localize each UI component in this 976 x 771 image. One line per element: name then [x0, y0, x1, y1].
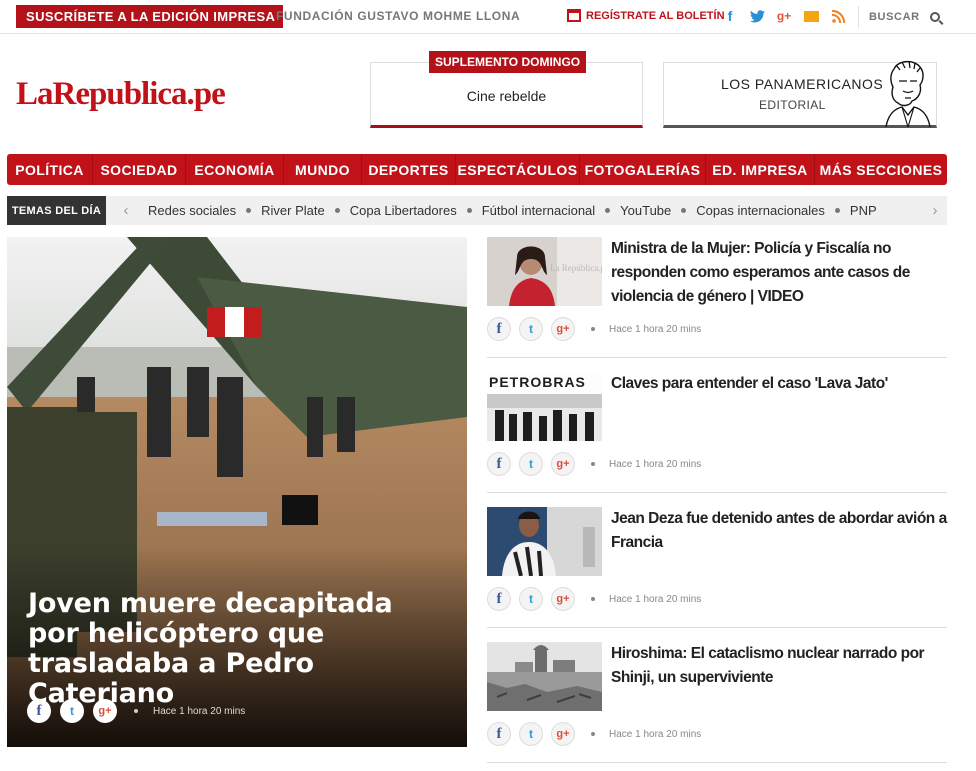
main-story-meta: f t g+ Hace 1 hora 20 mins	[27, 699, 245, 723]
columnist-section: EDITORIAL	[759, 98, 826, 112]
supplement-title[interactable]: Cine rebelde	[371, 88, 642, 104]
nav-item-deportes[interactable]: DEPORTES	[362, 154, 456, 185]
story-time: Hace 1 hora 20 mins	[609, 323, 702, 335]
twitter-share-icon[interactable]: t	[519, 587, 543, 611]
topic-item[interactable]: PNP	[840, 203, 887, 218]
chevron-left-icon[interactable]: ‹	[114, 202, 138, 219]
separator-dot	[591, 597, 595, 601]
twitter-icon[interactable]	[749, 7, 765, 25]
nav-item-economia[interactable]: ECONOMÍA	[186, 154, 284, 185]
story-thumbnail	[487, 507, 602, 576]
google-plus-share-icon[interactable]: g+	[551, 317, 575, 341]
nav-item-espectaculos[interactable]: ESPECTÁCULOS	[456, 154, 580, 185]
search-input[interactable]	[869, 11, 927, 23]
columnist-box[interactable]: LOS PANAMERICANOS EDITORIAL	[663, 60, 937, 128]
columnist-portrait	[885, 60, 931, 127]
story-time: Hace 1 hora 20 mins	[609, 458, 702, 470]
story-thumbnail	[487, 642, 602, 711]
topic-item[interactable]: YouTube	[610, 203, 681, 218]
newsletter-label: REGÍSTRATE AL BOLETÍN	[586, 9, 725, 22]
side-story-meta: f t g+ Hace 1 hora 20 mins	[487, 722, 701, 746]
twitter-share-icon[interactable]: t	[60, 699, 84, 723]
facebook-share-icon[interactable]: f	[27, 699, 51, 723]
supplement-tag: SUPLEMENTO DOMINGO	[429, 51, 587, 73]
nav-item-mundo[interactable]: MUNDO	[284, 154, 362, 185]
separator-dot	[591, 732, 595, 736]
google-plus-share-icon[interactable]: g+	[551, 722, 575, 746]
main-nav: POLÍTICA SOCIEDAD ECONOMÍA MUNDO DEPORTE…	[7, 154, 947, 185]
side-story-meta: f t g+ Hace 1 hora 20 mins	[487, 587, 701, 611]
divider	[487, 627, 947, 628]
google-plus-icon[interactable]: g+	[776, 7, 792, 25]
story-time: Hace 1 hora 20 mins	[609, 728, 702, 740]
top-bar: SUSCRÍBETE A LA EDICIÓN IMPRESA FUNDACIÓ…	[0, 0, 976, 34]
separator-dot	[134, 709, 138, 713]
topic-item[interactable]: Redes sociales	[138, 203, 246, 218]
nav-item-politica[interactable]: POLÍTICA	[7, 154, 93, 185]
topic-item[interactable]: Copas internacionales	[686, 203, 835, 218]
nav-item-sociedad[interactable]: SOCIEDAD	[93, 154, 186, 185]
divider	[487, 357, 947, 358]
site-logo[interactable]: LaRepublica.pe	[16, 76, 226, 113]
story-thumbnail: PETROBRAS	[487, 372, 602, 441]
facebook-share-icon[interactable]: f	[487, 317, 511, 341]
facebook-share-icon[interactable]: f	[487, 452, 511, 476]
google-plus-share-icon[interactable]: g+	[551, 452, 575, 476]
social-links: f g+	[722, 7, 846, 25]
story-thumbnail: La República.pe	[487, 237, 602, 306]
topics-bar: TEMAS DEL DÍA ‹ Redes sociales River Pla…	[7, 196, 947, 225]
thumbnail-brand: PETROBRAS	[489, 374, 586, 390]
facebook-icon[interactable]: f	[722, 7, 738, 25]
newsletter-link[interactable]: REGÍSTRATE AL BOLETÍN	[567, 9, 725, 22]
story-time: Hace 1 hora 20 mins	[153, 705, 246, 717]
foundation-link[interactable]: FUNDACIÓN GUSTAVO MOHME LLONA	[276, 9, 520, 23]
story-time: Hace 1 hora 20 mins	[609, 593, 702, 605]
facebook-share-icon[interactable]: f	[487, 722, 511, 746]
side-story-headline[interactable]: Hiroshima: El cataclismo nuclear narrado…	[611, 642, 951, 690]
topics-list: Redes sociales River Plate Copa Libertad…	[138, 203, 923, 218]
chevron-right-icon[interactable]: ›	[923, 202, 947, 219]
main-story[interactable]: Joven muere decapitada por helicóptero q…	[7, 237, 467, 747]
side-story-headline[interactable]: Ministra de la Mujer: Policía y Fiscalía…	[611, 237, 951, 309]
nav-item-fotogalerias[interactable]: FOTOGALERÍAS	[580, 154, 706, 185]
nav-item-mas-secciones[interactable]: MÁS SECCIONES	[815, 154, 947, 185]
google-plus-share-icon[interactable]: g+	[551, 587, 575, 611]
supplement-box[interactable]: SUPLEMENTO DOMINGO Cine rebelde	[370, 51, 643, 128]
side-story-meta: f t g+ Hace 1 hora 20 mins	[487, 317, 701, 341]
side-story-headline[interactable]: Claves para entender el caso 'Lava Jato'	[611, 372, 951, 396]
calendar-icon	[567, 9, 581, 22]
subscribe-print-button[interactable]: SUSCRÍBETE A LA EDICIÓN IMPRESA	[16, 5, 284, 28]
divider	[487, 492, 947, 493]
main-story-headline[interactable]: Joven muere decapitada por helicóptero q…	[28, 589, 448, 709]
divider	[487, 762, 947, 763]
facebook-share-icon[interactable]: f	[487, 587, 511, 611]
separator-dot	[591, 462, 595, 466]
twitter-share-icon[interactable]: t	[519, 317, 543, 341]
columnist-title[interactable]: LOS PANAMERICANOS	[721, 76, 883, 92]
topic-item[interactable]: Fútbol internacional	[472, 203, 605, 218]
topic-item[interactable]: River Plate	[251, 203, 335, 218]
thumbnail-watermark: La República.pe	[550, 263, 602, 273]
separator-dot	[591, 327, 595, 331]
side-story-meta: f t g+ Hace 1 hora 20 mins	[487, 452, 701, 476]
side-story-headline[interactable]: Jean Deza fue detenido antes de abordar …	[611, 507, 951, 555]
twitter-share-icon[interactable]: t	[519, 452, 543, 476]
topics-label: TEMAS DEL DÍA	[7, 196, 106, 225]
search-icon[interactable]	[930, 12, 940, 22]
nav-item-ed-impresa[interactable]: ED. IMPRESA	[706, 154, 815, 185]
search-box	[858, 6, 946, 28]
twitter-share-icon[interactable]: t	[519, 722, 543, 746]
rss-icon[interactable]	[830, 7, 846, 25]
mail-icon[interactable]	[803, 7, 819, 25]
topic-item[interactable]: Copa Libertadores	[340, 203, 467, 218]
google-plus-share-icon[interactable]: g+	[93, 699, 117, 723]
